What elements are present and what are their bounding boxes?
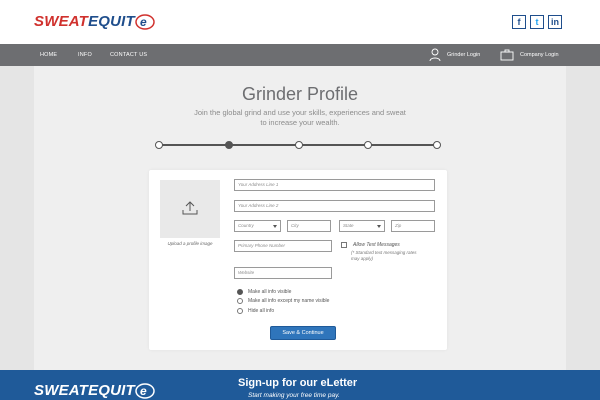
user-icon: [429, 48, 441, 62]
brand-logo[interactable]: SWEATEQUIT e: [34, 11, 157, 31]
progress-step-1: [155, 141, 163, 149]
nav-info[interactable]: INFO: [78, 44, 92, 66]
page-title: Grinder Profile: [241, 84, 359, 104]
upload-icon: [182, 201, 198, 215]
nav-home[interactable]: HOME: [40, 44, 57, 66]
zip-input[interactable]: Zip: [391, 220, 435, 232]
nav-contact-us[interactable]: CONTACT US: [110, 44, 147, 66]
visibility-radio-except-name[interactable]: [237, 298, 243, 304]
allow-text-label: Allow Text Messages: [353, 242, 400, 248]
brand-part-equit: EQUIT: [88, 12, 135, 30]
right-gutter: [566, 66, 600, 370]
address-line-2-input[interactable]: Your Address Line 2: [234, 200, 435, 212]
footer-logo[interactable]: SWEATEQUIT e: [34, 380, 157, 400]
allow-text-note: (* Standard text messaging rates may app…: [351, 250, 417, 261]
brand-swirl-icon: e: [135, 14, 155, 30]
grinder-login-label: Grinder Login: [447, 52, 481, 58]
visibility-label-all: Make all info visible: [248, 289, 292, 295]
footer-brand-part-equit: EQUIT: [88, 381, 135, 399]
website-input[interactable]: Website: [234, 267, 332, 279]
progress-step-4: [364, 141, 372, 149]
eletter-subtitle: Start making your free time pay.: [248, 392, 340, 399]
save-continue-button[interactable]: Save & Continue: [270, 326, 336, 340]
page-subtitle: Join the global grind and use your skill…: [194, 108, 406, 127]
visibility-label-except-name: Make all info except my name visible: [248, 298, 330, 304]
main-nav: HOME INFO CONTACT US Grinder Login Compa…: [0, 44, 600, 66]
progress-step-2: [225, 141, 233, 149]
visibility-radio-all[interactable]: [237, 289, 243, 295]
top-header: SWEATEQUIT e f t in: [0, 0, 600, 44]
allow-text-checkbox[interactable]: [341, 242, 347, 248]
twitter-icon[interactable]: t: [530, 15, 544, 29]
brand-logo-text: SWEATEQUIT: [34, 13, 135, 30]
address-line-1-input[interactable]: Your Address Line 1: [234, 179, 435, 191]
footer-brand-part-sweat: SWEAT: [34, 381, 89, 399]
company-login-link[interactable]: Company Login: [500, 44, 559, 66]
progress-step-3: [295, 141, 303, 149]
progress-step-5: [433, 141, 441, 149]
phone-input[interactable]: Primary Phone Number: [234, 240, 332, 252]
eletter-title: Sign-up for our eLetter: [238, 377, 358, 389]
photo-caption: Upload a profile image: [167, 241, 213, 246]
company-login-label: Company Login: [520, 52, 559, 58]
linkedin-icon[interactable]: in: [548, 15, 562, 29]
facebook-icon[interactable]: f: [512, 15, 526, 29]
state-select[interactable]: State: [339, 220, 385, 232]
footer-logo-text: SWEATEQUIT: [34, 382, 135, 399]
svg-text:e: e: [140, 15, 147, 29]
brand-part-sweat: SWEAT: [34, 12, 89, 30]
grinder-login-link[interactable]: Grinder Login: [429, 44, 480, 66]
svg-text:e: e: [140, 384, 147, 398]
briefcase-icon: [500, 49, 514, 61]
left-gutter: [0, 66, 34, 370]
visibility-label-hide: Hide all info: [248, 308, 275, 314]
footer-swirl-icon: e: [135, 383, 155, 399]
visibility-radio-hide[interactable]: [237, 308, 243, 314]
country-select[interactable]: Country: [234, 220, 281, 232]
city-input[interactable]: City: [287, 220, 331, 232]
